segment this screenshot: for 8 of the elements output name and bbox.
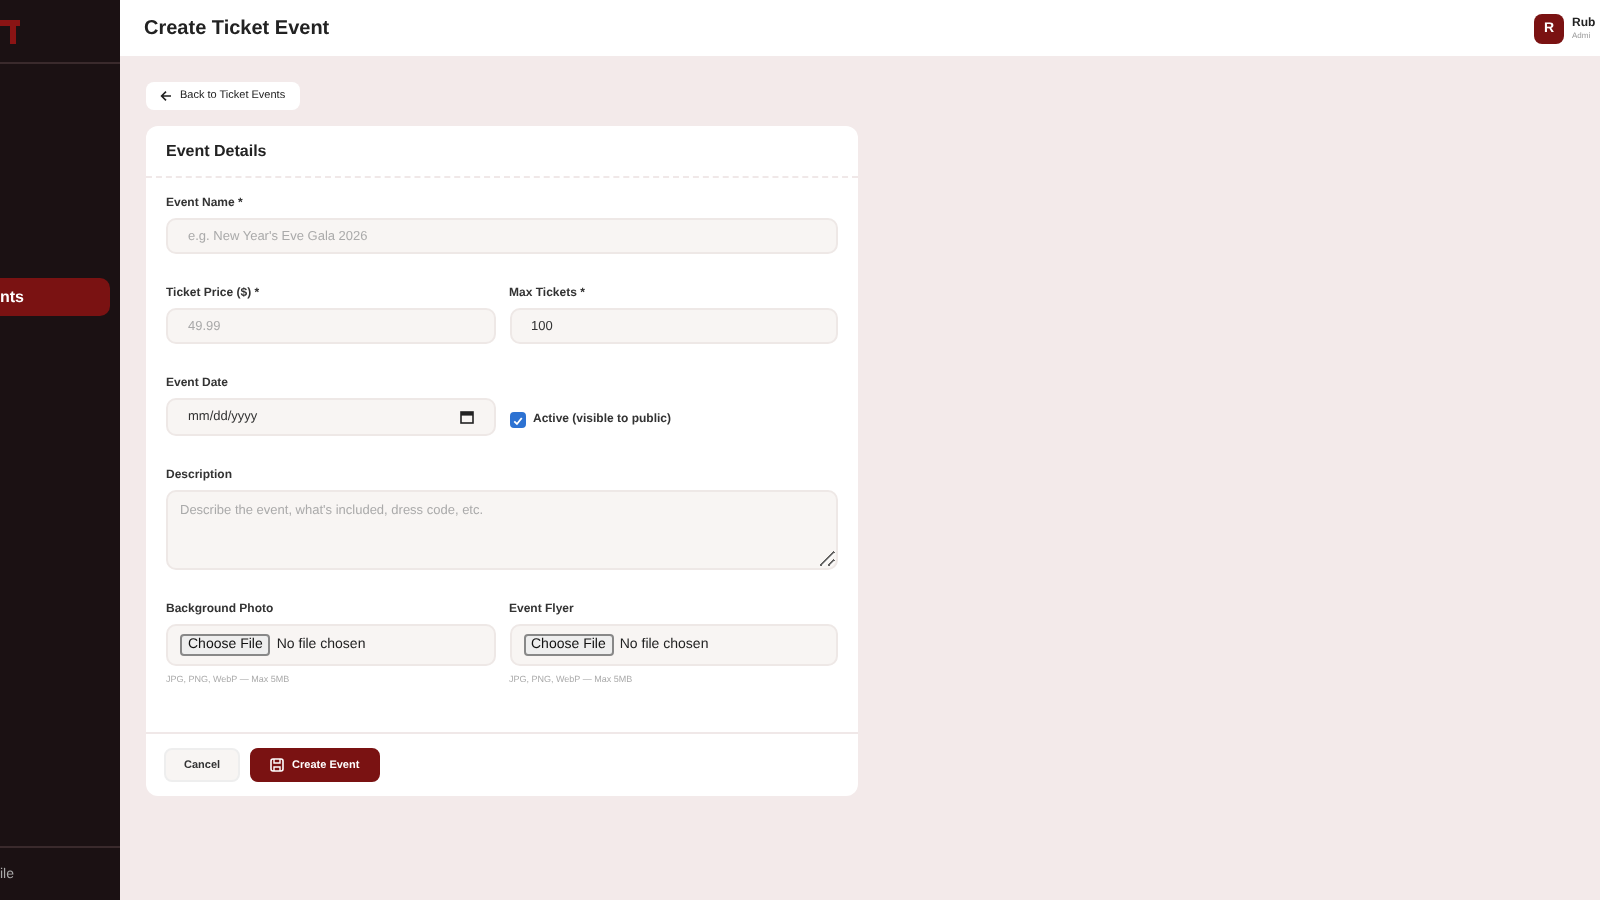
calendar-icon[interactable] [459, 410, 473, 424]
card-title: Event Details [146, 126, 858, 178]
sidebar-item[interactable]: nts [0, 278, 110, 316]
page-title: Create Ticket Event [144, 17, 330, 39]
logo-icon [0, 20, 20, 44]
left-arrow-icon [160, 90, 172, 102]
save-icon [270, 758, 285, 772]
checkbox[interactable] [509, 412, 525, 428]
